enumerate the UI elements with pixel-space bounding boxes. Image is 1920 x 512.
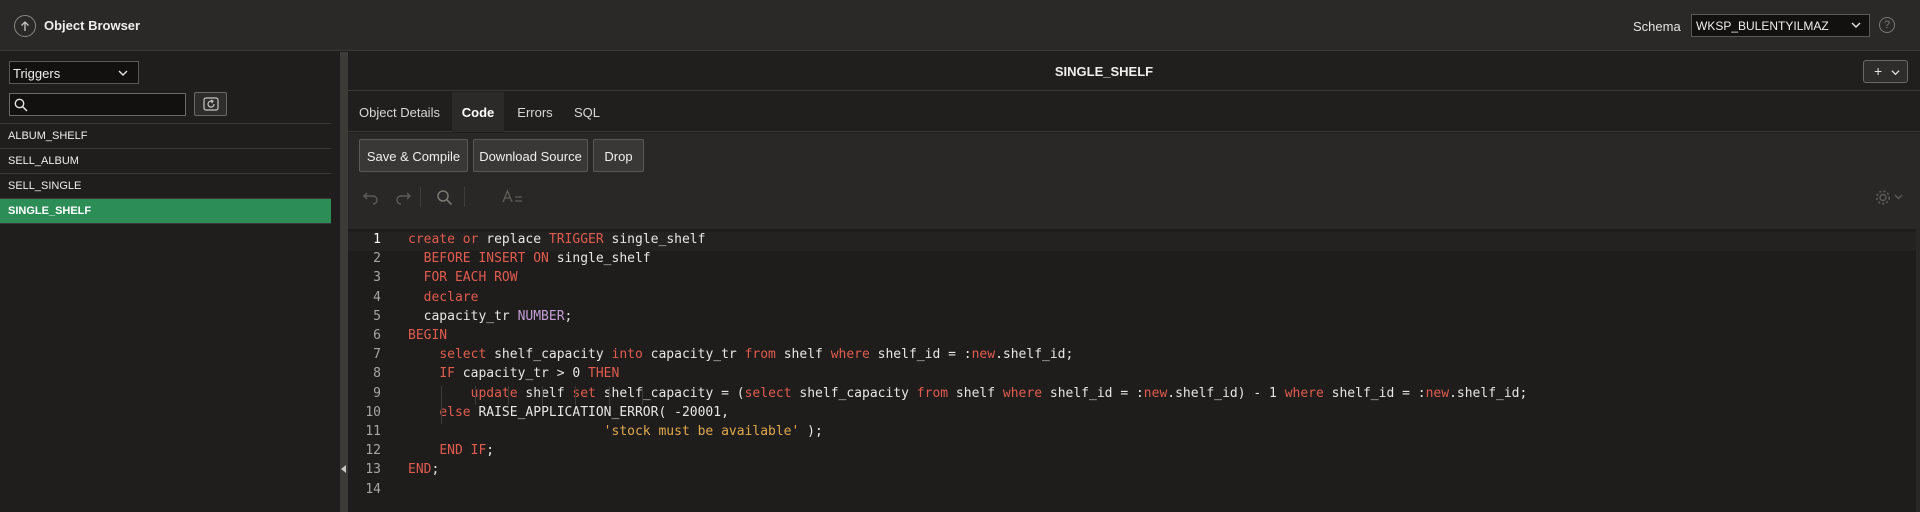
code-line[interactable]: 2 BEFORE INSERT ON single_shelf [348, 251, 1916, 270]
code-line[interactable]: 7 select shelf_capacity into capacity_tr… [348, 347, 1916, 366]
object-detail-panel: SINGLE_SHELF + Object Details Code Error… [348, 52, 1920, 512]
indent-guide [575, 386, 576, 405]
settings-icon[interactable] [1875, 189, 1905, 206]
line-text: declare [423, 289, 479, 305]
object-title: SINGLE_SHELF [1054, 64, 1154, 79]
line-text: BEFORE INSERT ON single_shelf [423, 251, 651, 267]
trigger-list: ALBUM_SHELF SELL_ALBUM SELL_SINGLE SINGL… [0, 123, 331, 224]
download-source-button[interactable]: Download Source [473, 139, 588, 172]
line-text: END; [408, 462, 440, 478]
list-item[interactable]: ALBUM_SHELF [0, 124, 331, 149]
chevron-down-icon [118, 70, 128, 76]
indent-guide [542, 386, 543, 405]
code-line[interactable]: 1 create or replace TRIGGER single_shelf [348, 232, 1916, 251]
tab-code[interactable]: Code [452, 92, 504, 132]
search-input[interactable] [9, 93, 186, 116]
code-line[interactable]: 4 declare [348, 290, 1916, 309]
top-header: Object Browser Schema WKSP_BULENTYILMAZ … [0, 0, 1920, 51]
line-number: 11 [365, 424, 381, 439]
save-compile-button[interactable]: Save & Compile [359, 139, 468, 172]
line-number: 1 [373, 232, 381, 247]
code-line[interactable]: 14 [348, 482, 1916, 501]
app-title: Object Browser [44, 18, 141, 33]
line-number: 12 [365, 443, 381, 459]
line-text: FOR EACH ROW [423, 270, 518, 286]
code-line[interactable]: 6 BEGIN [348, 328, 1916, 347]
schema-select[interactable]: WKSP_BULENTYILMAZ [1691, 14, 1870, 37]
code-line[interactable]: 13 END; [348, 462, 1916, 481]
list-item[interactable]: SELL_ALBUM [0, 149, 331, 174]
line-text: END IF; [439, 443, 495, 459]
line-text: create or replace TRIGGER single_shelf [408, 232, 706, 247]
object-list-panel: Triggers ALBUM_SHELF SELL_ALBUM SELL_SIN… [0, 52, 338, 512]
undo-icon[interactable] [362, 189, 380, 205]
line-text: select shelf_capacity into capacity_tr f… [439, 347, 1074, 363]
vertical-scrollbar[interactable] [1916, 229, 1920, 512]
line-number: 9 [373, 385, 381, 401]
line-text: capacity_tr NUMBER; [408, 308, 573, 324]
list-item[interactable]: SELL_SINGLE [0, 174, 331, 199]
refresh-button[interactable] [194, 92, 227, 116]
divider [420, 187, 421, 207]
schema-value: WKSP_BULENTYILMAZ [1696, 19, 1829, 33]
object-type-value: Triggers [13, 66, 61, 81]
schema-label: Schema [1633, 19, 1681, 34]
refresh-icon [203, 97, 219, 111]
line-text: 'stock must be available' ); [603, 424, 823, 439]
plus-icon: + [1874, 63, 1883, 79]
code-line[interactable]: 12 END IF; [348, 443, 1916, 462]
redo-icon[interactable] [394, 189, 412, 205]
code-line[interactable]: 3 FOR EACH ROW [348, 270, 1916, 289]
code-line[interactable]: 8 IF capacity_tr > 0 THEN [348, 366, 1916, 385]
list-item-selected[interactable]: SINGLE_SHELF [0, 199, 331, 224]
indent-guide [642, 386, 643, 405]
line-number: 13 [365, 462, 381, 478]
indent-guide [609, 386, 610, 405]
line-number: 6 [373, 328, 381, 343]
object-header: SINGLE_SHELF + [348, 52, 1920, 91]
drop-button[interactable]: Drop [593, 139, 644, 172]
code-line[interactable]: 10 else RAISE_APPLICATION_ERROR( -20001, [348, 405, 1916, 424]
tab-object-details[interactable]: Object Details [348, 92, 451, 132]
collapse-left-icon[interactable] [341, 465, 346, 473]
line-number: 7 [373, 347, 381, 363]
code-line[interactable]: 5 capacity_tr NUMBER; [348, 309, 1916, 328]
line-number: 2 [373, 251, 381, 267]
panel-splitter[interactable] [340, 52, 348, 512]
editor-toolbar [348, 181, 1920, 214]
line-text: else RAISE_APPLICATION_ERROR( -20001, [439, 404, 729, 420]
tab-errors[interactable]: Errors [506, 92, 564, 132]
line-number: 10 [365, 404, 381, 420]
code-editor[interactable]: 1 create or replace TRIGGER single_shelf 2… [348, 229, 1920, 512]
search-icon [14, 98, 28, 112]
line-number: 5 [373, 308, 381, 324]
code-line[interactable]: 9 update shelf set shelf_capacity = (sel… [348, 386, 1916, 405]
tab-bar: Object Details Code Errors SQL [348, 92, 1920, 132]
indent-guide [441, 386, 442, 424]
line-text: IF capacity_tr > 0 THEN [439, 366, 620, 382]
text-format-icon[interactable] [502, 189, 524, 205]
code-toolbar: Save & Compile Download Source Drop [348, 133, 1920, 229]
object-type-select[interactable]: Triggers [9, 61, 139, 84]
divider [464, 187, 465, 207]
line-number: 8 [373, 366, 381, 382]
indent-guide [475, 386, 476, 405]
up-arrow-icon[interactable] [14, 15, 36, 37]
search-icon[interactable] [436, 189, 453, 206]
chevron-down-icon [1851, 22, 1861, 28]
chevron-down-icon [1891, 70, 1900, 76]
line-number: 4 [373, 289, 381, 305]
code-line[interactable]: 11 'stock must be available' ); [348, 424, 1916, 443]
add-menu-button[interactable]: + [1863, 60, 1908, 83]
line-number: 14 [365, 481, 381, 497]
tab-sql[interactable]: SQL [565, 92, 609, 132]
indent-guide [508, 386, 509, 405]
help-icon[interactable]: ? [1879, 17, 1895, 33]
line-text: BEGIN [408, 328, 448, 343]
line-number: 3 [373, 270, 381, 286]
